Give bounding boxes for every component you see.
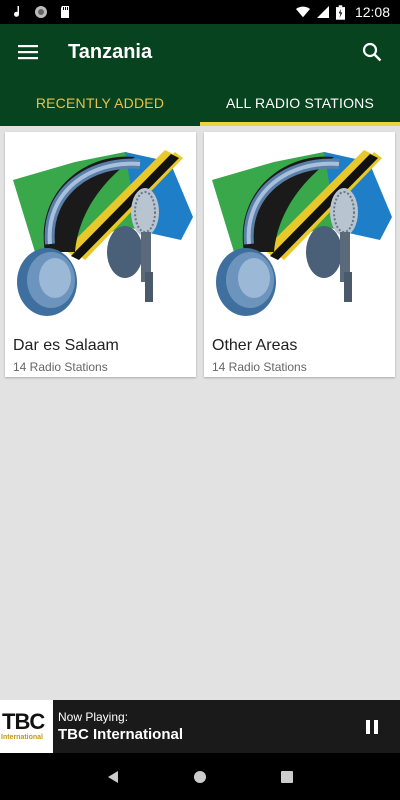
category-card-other-areas[interactable]: Other Areas 14 Radio Stations (204, 132, 395, 377)
station-logo: TBC International (0, 700, 53, 753)
menu-button[interactable] (16, 40, 40, 64)
battery-icon (335, 4, 345, 20)
now-playing-bar[interactable]: TBC International Now Playing: TBC Inter… (0, 700, 400, 753)
tab-bar: RECENTLY ADDED ALL RADIO STATIONS (0, 80, 400, 126)
clock: 12:08 (354, 4, 390, 20)
recents-icon (280, 770, 293, 783)
recents-button[interactable] (277, 767, 297, 787)
card-subtitle: 14 Radio Stations (212, 360, 307, 374)
back-icon (108, 770, 119, 783)
status-system: 12:08 (295, 4, 390, 20)
now-playing-info: Now Playing: TBC International (58, 710, 183, 743)
card-title: Other Areas (212, 337, 298, 354)
cellular-icon (316, 6, 329, 18)
music-note-icon (14, 6, 20, 17)
category-grid: Dar es Salaam 14 Radio Stations Other Ar… (0, 126, 400, 383)
now-playing-station: TBC International (58, 726, 184, 743)
logo-text: TBC (2, 709, 45, 734)
pause-button[interactable] (360, 715, 384, 739)
category-card-dar-es-salaam[interactable]: Dar es Salaam 14 Radio Stations (5, 132, 196, 377)
status-bar: 12:08 (0, 0, 400, 24)
sd-card-icon (61, 6, 69, 18)
back-button[interactable] (103, 767, 123, 787)
pause-icon (366, 719, 378, 734)
now-playing-label: Now Playing: (58, 710, 129, 724)
logo-subtext: International (1, 734, 44, 741)
hamburger-menu-icon (18, 45, 38, 60)
search-icon (362, 42, 382, 62)
circle-icon (35, 6, 47, 18)
home-icon (193, 770, 206, 783)
wifi-icon (295, 6, 310, 18)
tab-recently-added[interactable]: RECENTLY ADDED (0, 80, 200, 126)
content-area: Dar es Salaam 14 Radio Stations Other Ar… (0, 126, 400, 694)
search-button[interactable] (360, 40, 384, 64)
status-notifications (10, 5, 72, 19)
system-nav-bar (0, 753, 400, 800)
app-bar: Tanzania (0, 24, 400, 80)
home-button[interactable] (190, 767, 210, 787)
card-subtitle: 14 Radio Stations (13, 360, 108, 374)
tab-all-radio-stations[interactable]: ALL RADIO STATIONS (200, 80, 400, 126)
radio-headphones-flag-image (13, 150, 193, 316)
page-title: Tanzania (68, 40, 153, 63)
card-title: Dar es Salaam (13, 337, 119, 354)
radio-headphones-flag-image (212, 150, 392, 316)
